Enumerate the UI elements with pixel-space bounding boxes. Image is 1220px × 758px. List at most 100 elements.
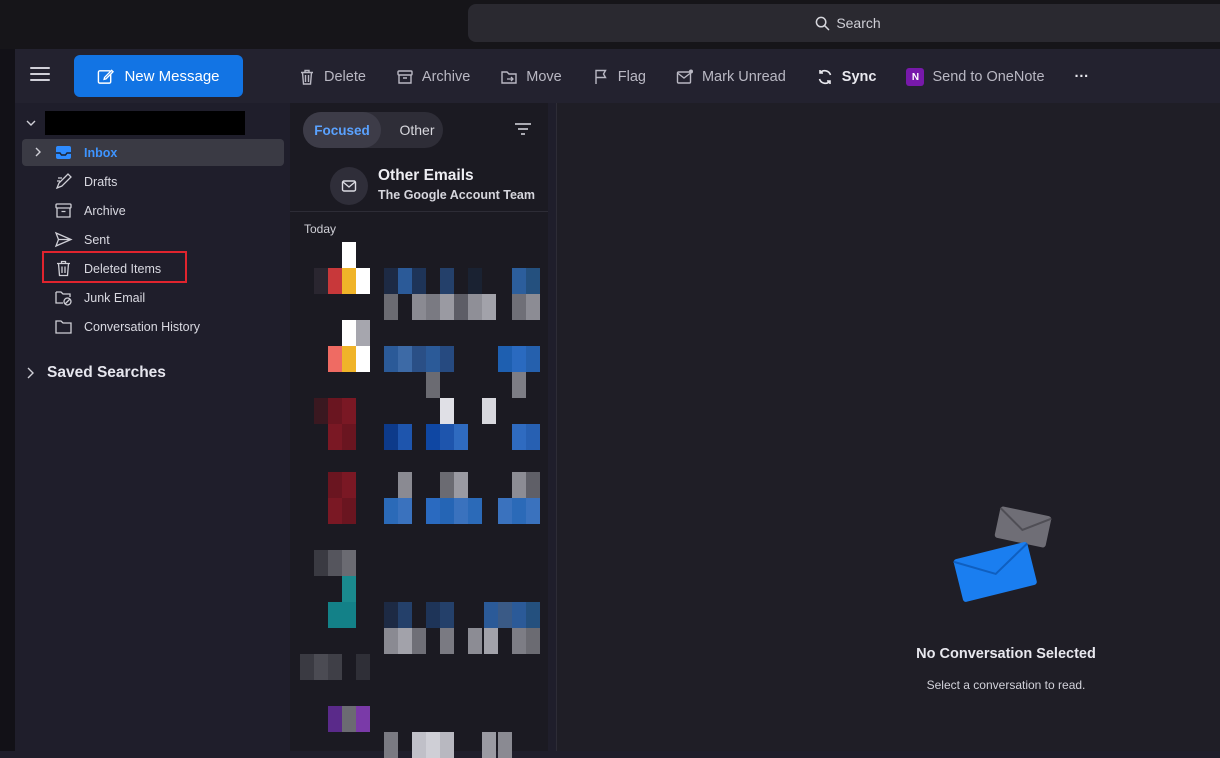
window-edge xyxy=(0,49,15,751)
hamburger-menu-icon[interactable] xyxy=(30,67,50,85)
pixelated-block xyxy=(328,706,342,732)
pixelated-block xyxy=(412,346,426,372)
account-header[interactable] xyxy=(25,111,245,135)
sidebar-item-junk-email[interactable]: Junk Email xyxy=(22,284,284,311)
onenote-icon: N xyxy=(906,68,925,86)
pixelated-block xyxy=(484,628,498,654)
pixelated-block xyxy=(468,498,482,524)
pixelated-block xyxy=(498,602,512,628)
pixelated-block xyxy=(398,346,412,372)
pixelated-block xyxy=(454,294,468,320)
pixelated-block xyxy=(526,472,540,498)
tab-other[interactable]: Other xyxy=(387,112,447,148)
divider xyxy=(290,211,548,212)
chevron-right-icon xyxy=(27,367,34,379)
message-toolbar: Delete Archive Move Flag Mark Unread Syn… xyxy=(298,62,1119,92)
search-box[interactable]: Search xyxy=(468,4,1220,42)
pixelated-block xyxy=(342,268,356,294)
pixelated-block xyxy=(426,372,440,398)
pixelated-block xyxy=(356,706,370,732)
sidebar-item-conversation-history[interactable]: Conversation History xyxy=(22,313,284,340)
pixelated-block xyxy=(384,346,398,372)
pixelated-block xyxy=(398,472,412,498)
more-actions-icon[interactable]: ··· xyxy=(1075,69,1090,85)
sidebar-item-sent[interactable]: Sent xyxy=(22,226,284,253)
other-emails-row[interactable]: Other Emails The Google Account Team xyxy=(290,155,548,211)
trash-icon xyxy=(301,69,313,85)
pixelated-block xyxy=(440,628,454,654)
chevron-right-icon xyxy=(35,147,41,157)
annotation-highlight-box xyxy=(42,251,187,283)
pixelated-block xyxy=(398,602,412,628)
sidebar-item-drafts[interactable]: Drafts xyxy=(22,168,284,195)
pixelated-block xyxy=(398,268,412,294)
pixelated-block xyxy=(314,398,328,424)
pixelated-block xyxy=(342,602,356,628)
pixelated-block xyxy=(342,424,356,450)
pixelated-block xyxy=(356,268,370,294)
mark-unread-button[interactable]: Mark Unread xyxy=(676,68,786,86)
folder-icon xyxy=(55,320,72,334)
new-message-button[interactable]: New Message xyxy=(74,55,243,97)
pixelated-block xyxy=(412,628,426,654)
search-placeholder: Search xyxy=(836,15,881,31)
pixelated-block xyxy=(484,602,498,628)
archive-button[interactable]: Archive xyxy=(396,68,470,86)
pixelated-block xyxy=(512,294,526,320)
pixelated-block xyxy=(398,628,412,654)
pixelated-block xyxy=(482,294,496,320)
pixelated-block xyxy=(512,602,526,628)
pixelated-block xyxy=(426,346,440,372)
move-folder-icon xyxy=(501,71,517,84)
pixelated-block xyxy=(342,498,356,524)
flag-icon xyxy=(595,69,607,84)
tab-focused[interactable]: Focused xyxy=(303,112,381,148)
pixelated-block xyxy=(482,398,496,424)
pixelated-block xyxy=(498,498,512,524)
delete-button[interactable]: Delete xyxy=(298,68,366,86)
no-conversation-subtitle: Select a conversation to read. xyxy=(926,678,1086,692)
pixelated-block xyxy=(412,268,426,294)
pixelated-block xyxy=(384,424,398,450)
folder-sidebar: Inbox Drafts Archive Sent Deleted Items … xyxy=(15,103,290,751)
pixelated-block xyxy=(384,602,398,628)
pixelated-message-list[interactable] xyxy=(290,242,558,758)
pixelated-block xyxy=(356,320,370,346)
pixelated-block xyxy=(342,346,356,372)
pixelated-block xyxy=(512,498,526,524)
pixelated-block xyxy=(342,550,356,576)
pixelated-block xyxy=(328,398,342,424)
pixelated-block xyxy=(440,294,454,320)
pixelated-block xyxy=(328,550,342,576)
pixelated-block xyxy=(440,498,454,524)
sync-button[interactable]: Sync xyxy=(816,68,876,86)
pixelated-block xyxy=(468,628,482,654)
saved-searches-section[interactable]: Saved Searches xyxy=(25,364,166,382)
sidebar-item-inbox[interactable]: Inbox xyxy=(22,139,284,166)
send-to-onenote-button[interactable]: N Send to OneNote xyxy=(906,68,1045,86)
pixelated-block xyxy=(526,268,540,294)
no-conversation-title: No Conversation Selected xyxy=(916,646,1096,662)
pixelated-block xyxy=(512,472,526,498)
pixelated-block xyxy=(328,424,342,450)
pixelated-block xyxy=(384,732,398,758)
pixelated-block xyxy=(342,576,356,602)
pixelated-block xyxy=(526,294,540,320)
chevron-down-icon xyxy=(26,120,36,126)
filter-icon[interactable] xyxy=(514,122,532,136)
pixelated-block xyxy=(454,424,468,450)
pixelated-block xyxy=(526,346,540,372)
pixelated-block xyxy=(498,346,512,372)
mark-unread-icon xyxy=(676,69,693,84)
move-button[interactable]: Move xyxy=(500,68,562,86)
sidebar-item-archive[interactable]: Archive xyxy=(22,197,284,224)
flag-button[interactable]: Flag xyxy=(592,68,646,86)
redacted-account-name xyxy=(45,111,245,135)
pixelated-block xyxy=(328,472,342,498)
pixelated-block xyxy=(398,424,412,450)
pixelated-block xyxy=(384,628,398,654)
pixelated-block xyxy=(328,498,342,524)
pixelated-block xyxy=(440,424,454,450)
archive-icon xyxy=(55,203,72,218)
pixelated-block xyxy=(454,498,468,524)
